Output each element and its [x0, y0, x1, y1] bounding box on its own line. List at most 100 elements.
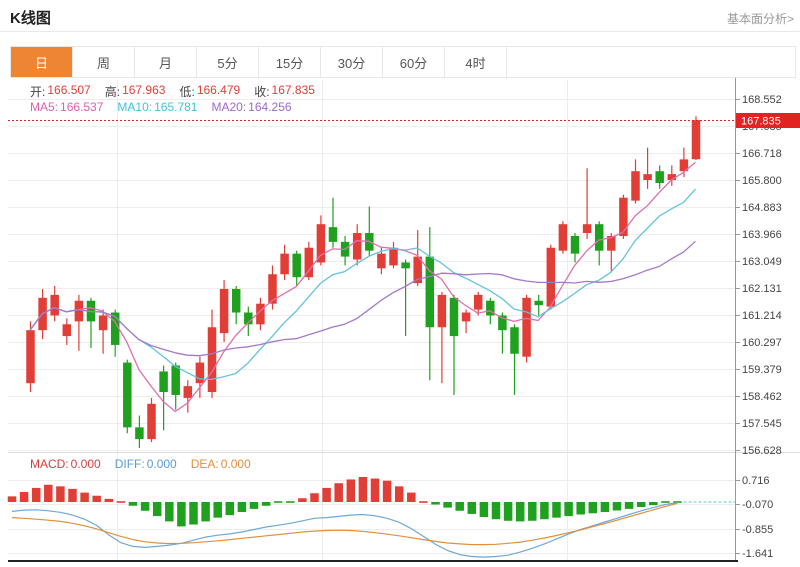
candle-9[interactable]: [135, 416, 144, 448]
candle-35[interactable]: [450, 295, 459, 395]
candle-25[interactable]: [329, 198, 338, 248]
y-axis-label-main: 166.718: [742, 148, 782, 160]
candle-16[interactable]: [220, 280, 229, 342]
y-axis-label-main: 156.628: [742, 445, 782, 457]
macd-bar-37: [455, 502, 464, 511]
metric-value: 0.000: [147, 457, 177, 471]
candle-22[interactable]: [292, 251, 301, 286]
candle-21[interactable]: [280, 245, 289, 280]
y-axis-label-main: 161.214: [742, 310, 782, 322]
candle-50[interactable]: [631, 159, 640, 203]
metric-label: 低:: [179, 83, 194, 100]
macd-bar-10: [129, 502, 138, 506]
macd-bar-5: [68, 489, 77, 502]
candle-44[interactable]: [559, 221, 568, 253]
candle-42[interactable]: [534, 295, 543, 316]
macd-bar-13: [165, 502, 174, 521]
macd-bar-31: [383, 481, 392, 502]
metric-label: MACD:: [30, 457, 69, 471]
macd-bar-20: [250, 502, 259, 509]
candle-41[interactable]: [522, 295, 531, 363]
current-price-badge: 167.835: [736, 113, 800, 128]
metric-value: 165.781: [154, 100, 197, 114]
candle-52[interactable]: [655, 165, 664, 189]
candle-28[interactable]: [365, 207, 374, 257]
macd-bar-23: [286, 501, 295, 503]
candle-6[interactable]: [99, 310, 108, 354]
ma-info-row: MA5:166.537MA10:165.781MA20:164.256: [30, 100, 292, 114]
candle-46[interactable]: [583, 168, 592, 239]
macd-bar-52: [637, 502, 646, 507]
macd-bar-22: [274, 501, 283, 503]
candle-47[interactable]: [595, 221, 604, 265]
ma10-line: [30, 189, 696, 379]
y-axis-label-main: 162.131: [742, 283, 782, 295]
candle-32[interactable]: [413, 230, 422, 286]
macd-bar-30: [371, 479, 380, 502]
y-axis-label-macd: -0.855: [742, 524, 773, 536]
macd-bar-2: [32, 488, 41, 502]
y-axis-label-main: 157.545: [742, 418, 782, 430]
macd-bar-43: [528, 502, 537, 521]
y-axis-label-main: 160.297: [742, 337, 782, 349]
candle-27[interactable]: [353, 224, 362, 265]
macd-row-item-1: DIFF:0.000: [115, 457, 177, 471]
candle-36[interactable]: [462, 310, 471, 334]
macd-bar-11: [141, 502, 150, 511]
y-axis-label-main: 164.883: [742, 202, 782, 214]
candle-18[interactable]: [244, 307, 253, 336]
candle-45[interactable]: [571, 233, 580, 262]
kline-page: K线图 基本面分析> 日周月5分15分30分60分4时 168.552167.6…: [0, 0, 800, 567]
candle-33[interactable]: [426, 227, 435, 380]
macd-bar-7: [92, 496, 101, 502]
macd-bar-39: [480, 502, 489, 517]
macd-bar-29: [359, 477, 368, 502]
macd-bar-3: [44, 485, 53, 502]
candle-13[interactable]: [184, 380, 193, 412]
candle-40[interactable]: [510, 324, 519, 395]
macd-bar-46: [564, 502, 573, 516]
ohlc-row-item-0: 开:166.507: [30, 83, 91, 100]
macd-bar-38: [468, 502, 477, 514]
macd-bar-9: [117, 501, 126, 503]
candle-55[interactable]: [692, 116, 701, 160]
y-axis-label-macd: -0.070: [742, 499, 773, 511]
candle-30[interactable]: [389, 242, 398, 268]
current-price-value: 167.835: [741, 116, 781, 128]
macd-bar-17: [213, 502, 222, 518]
candle-12[interactable]: [171, 363, 180, 410]
candle-8[interactable]: [123, 360, 132, 434]
candle-17[interactable]: [232, 286, 241, 324]
macd-bar-6: [80, 493, 89, 502]
metric-value: 0.000: [221, 457, 251, 471]
macd-bar-36: [443, 502, 452, 508]
candle-31[interactable]: [401, 260, 410, 337]
ma-row-item-0: MA5:166.537: [30, 100, 103, 114]
macd-bar-35: [431, 502, 440, 505]
macd-bar-0: [8, 496, 17, 502]
macd-bar-18: [226, 502, 235, 515]
candle-5[interactable]: [87, 298, 96, 348]
ma20-line: [30, 241, 696, 355]
y-axis-label-main: 168.552: [742, 94, 782, 106]
metric-label: 高:: [105, 83, 120, 100]
y-axis-label-macd: -1.641: [742, 548, 773, 560]
candle-10[interactable]: [147, 398, 156, 442]
candle-2[interactable]: [50, 286, 59, 321]
macd-bar-8: [105, 499, 114, 502]
macd-bar-45: [552, 502, 561, 518]
macd-bar-12: [153, 502, 162, 516]
macd-bar-28: [347, 479, 356, 502]
macd-bar-49: [601, 502, 610, 512]
macd-info-row: MACD:0.000DIFF:0.000DEA:0.000: [30, 457, 251, 471]
macd-bar-51: [625, 502, 634, 509]
macd-bar-40: [492, 502, 501, 519]
y-axis-label-macd: 0.716: [742, 475, 770, 487]
candle-3[interactable]: [63, 318, 72, 344]
y-axis-label-main: 163.049: [742, 256, 782, 268]
y-axis-label-main: 163.966: [742, 229, 782, 241]
macd-row-item-2: DEA:0.000: [191, 457, 251, 471]
candle-0[interactable]: [26, 321, 35, 392]
macd-histogram: [8, 477, 682, 526]
macd-bar-25: [310, 493, 319, 502]
